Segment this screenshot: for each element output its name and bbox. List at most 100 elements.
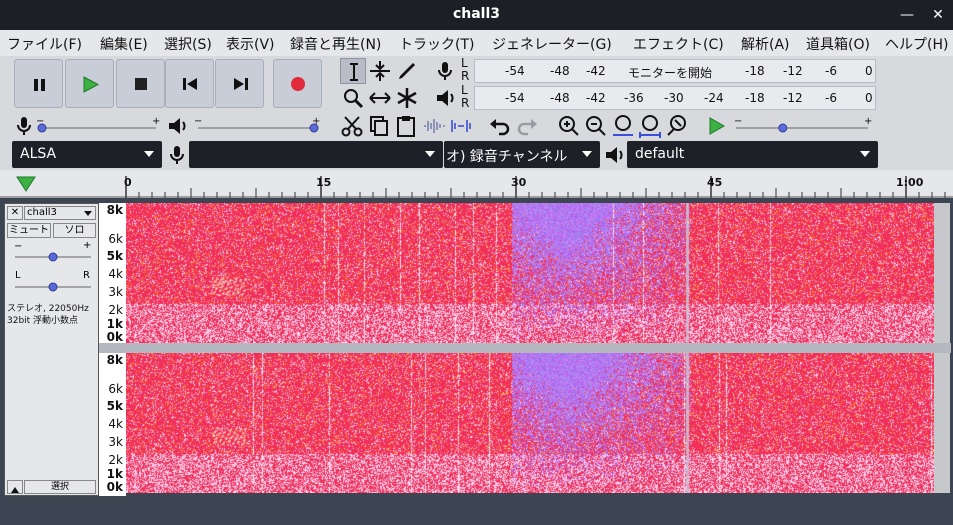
speaker-icon [169,118,186,134]
redo-icon [517,119,537,136]
playback-device-value: default [635,146,685,162]
play-meter-button[interactable] [432,85,458,111]
title-bar: chall3 — ✕ [0,0,953,30]
draw-tool[interactable] [394,58,420,84]
playback-device-select[interactable]: default [627,141,878,168]
track-name-menu[interactable]: chall3 [24,206,96,220]
play-at-speed-button[interactable] [703,113,729,139]
skip-start-button[interactable] [165,59,214,108]
play-meter-tick: 0 [865,91,873,105]
menu-view[interactable]: 表示(V) [226,34,275,54]
zoom-toggle-button[interactable] [664,113,690,139]
paste-button[interactable] [393,113,419,139]
track-control-panel: ✕ chall3 ミュート ソロ − + L R ステレオ, 22050Hz 3… [4,203,99,496]
playback-volume-slider[interactable]: − + [194,116,320,136]
chevron-down-icon [860,151,870,157]
record-device-select[interactable] [189,141,443,168]
record-meter-button[interactable] [432,58,458,84]
timeline-ruler[interactable]: 0 15 30 45 1:00 [0,170,953,198]
start-monitoring-label[interactable]: モニターを開始 [628,64,712,81]
fit-project-button[interactable] [637,113,663,139]
toolbar-area: L R -54 -48 -42 モニターを開始 -18 -12 -6 0 L R… [0,56,953,170]
record-meter-tick: -54 [505,64,525,78]
svg-text:+: + [864,116,872,127]
silence-audio-icon [451,120,471,132]
host-select[interactable]: ALSA [12,141,162,168]
play-speed-slider[interactable]: − + [732,116,872,136]
fit-selection-button[interactable] [610,113,636,139]
record-channels-value: オ) 録音チャンネル [446,149,568,165]
speaker-icon [437,90,454,106]
time-shift-tool[interactable] [367,85,393,111]
menu-effect[interactable]: エフェクト(C) [633,34,724,54]
stop-button[interactable] [116,59,165,108]
pan-slider[interactable] [13,280,93,294]
freq-label: 6k [108,382,123,396]
menu-file[interactable]: ファイル(F) [7,34,82,54]
zoom-tool[interactable] [340,85,366,111]
record-button[interactable] [273,59,322,108]
freq-label: 5k [106,399,123,413]
selection-tool[interactable] [340,58,366,84]
multi-tool[interactable] [394,85,420,111]
triangle-up-icon [11,487,19,493]
stop-icon [135,78,147,90]
envelope-tool[interactable] [367,58,393,84]
skip-end-icon [234,78,248,90]
record-meter-tick: -18 [745,64,765,78]
menu-select[interactable]: 選択(S) [164,34,212,54]
i-beam-icon [350,63,358,81]
cut-button[interactable] [339,113,365,139]
menu-tracks[interactable]: トラック(T) [399,34,474,54]
chevron-down-icon [425,151,435,157]
clipboard-icon [397,116,415,137]
ruler-label: 1:00 [896,176,924,189]
track-close-button[interactable]: ✕ [7,206,23,220]
mute-button[interactable]: ミュート [7,223,51,238]
play-meter[interactable]: -54 -48 -42 -36 -30 -24 -18 -12 -6 0 [474,86,876,110]
solo-button[interactable]: ソロ [53,223,96,238]
copy-button[interactable] [366,113,392,139]
spectrogram-right-channel[interactable] [126,353,934,493]
skip-end-button[interactable] [215,59,264,108]
microphone-icon [17,117,31,135]
menu-help[interactable]: ヘルプ(H) [885,34,948,54]
svg-text:+: + [152,116,160,127]
zoom-toggle-icon [667,115,686,136]
menu-analyze[interactable]: 解析(A) [741,34,790,54]
svg-text:−: − [734,116,742,127]
pause-button[interactable] [14,59,63,108]
track-select-button[interactable]: 選択 [24,480,96,494]
menu-generate[interactable]: ジェネレーター(G) [492,34,612,54]
menu-transport[interactable]: 録音と再生(N) [290,34,381,54]
record-meter-tick: -12 [783,64,803,78]
record-channels-select[interactable]: オ) 録音チャンネル [444,141,600,168]
spectrogram-left-channel[interactable] [126,203,934,343]
record-meter[interactable]: -54 -48 -42 モニターを開始 -18 -12 -6 0 [474,59,876,83]
freq-label: 3k [108,285,123,299]
close-window-button[interactable]: ✕ [928,5,948,25]
freq-label: 3k [108,435,123,449]
redo-button[interactable] [514,113,540,139]
undo-button[interactable] [487,113,513,139]
freq-label: 6k [108,232,123,246]
zoom-out-button[interactable] [583,113,609,139]
menu-edit[interactable]: 編集(E) [100,34,148,54]
silence-button[interactable] [448,113,474,139]
play-meter-tick: -12 [783,91,803,105]
record-volume-slider[interactable]: − + [36,116,160,136]
ruler-label: 45 [707,176,723,189]
play-button[interactable] [65,59,114,108]
track-name: chall3 [27,207,57,218]
collapse-track-button[interactable] [7,480,23,494]
record-meter-tick: -42 [586,64,606,78]
freq-label: 1k [106,467,123,481]
pencil-icon [399,63,415,79]
record-icon [291,77,305,91]
menu-tools[interactable]: 道具箱(O) [806,34,870,54]
minimize-button[interactable]: — [897,5,917,25]
speaker-icon [606,147,623,163]
trim-button[interactable] [421,113,447,139]
gain-slider[interactable] [13,250,93,264]
zoom-in-button[interactable] [556,113,582,139]
